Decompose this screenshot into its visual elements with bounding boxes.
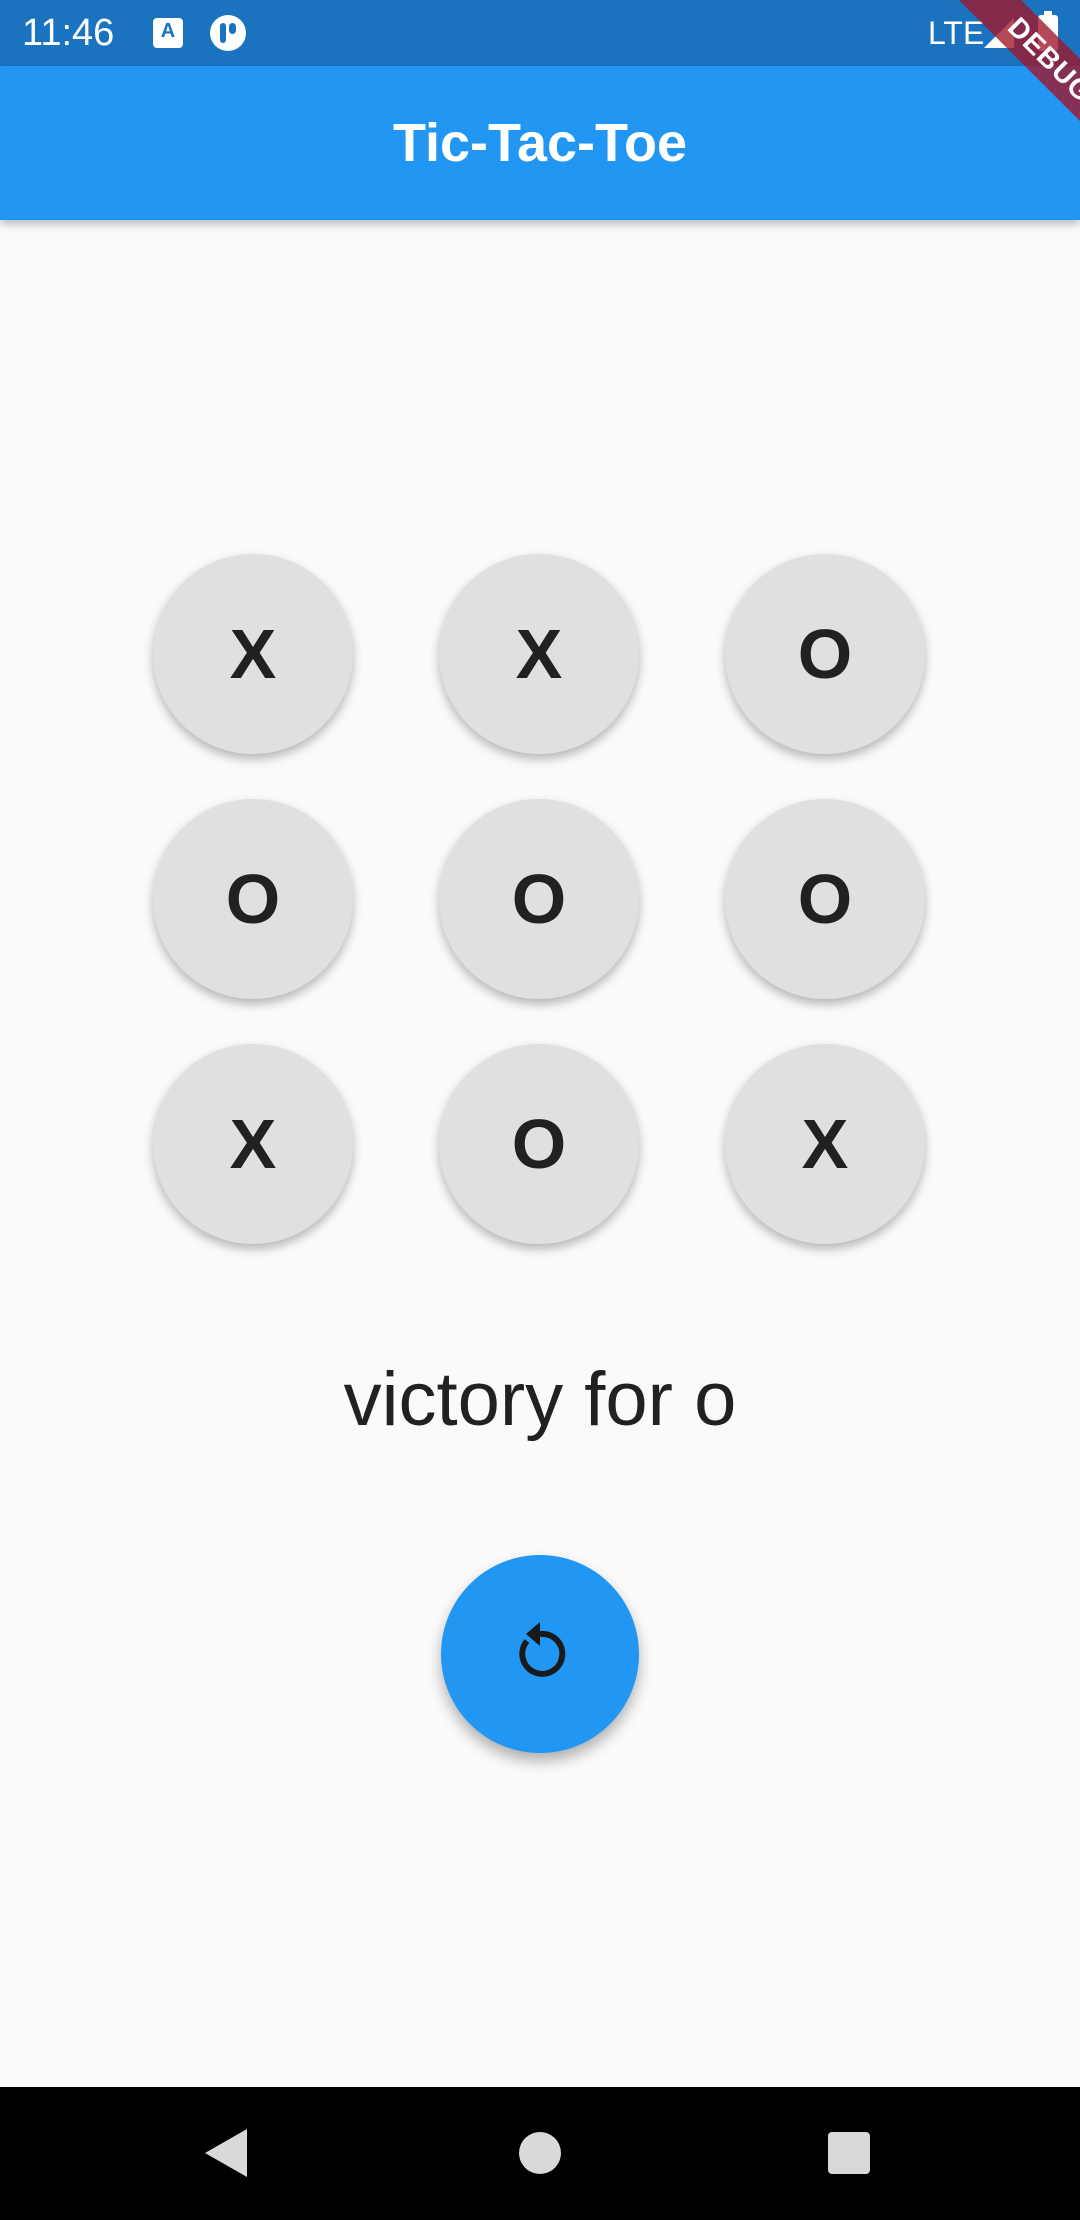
board-cell-1[interactable]: X xyxy=(153,554,353,754)
board-cell-8[interactable]: O xyxy=(439,1044,639,1244)
reset-button[interactable] xyxy=(441,1555,639,1753)
back-icon[interactable] xyxy=(205,2129,247,2177)
recents-icon[interactable] xyxy=(828,2132,870,2174)
game-board: X X O O O O X O X xyxy=(0,0,1080,2220)
board-cell-4[interactable]: O xyxy=(153,799,353,999)
board-cell-7[interactable]: X xyxy=(153,1044,353,1244)
game-status-message: victory for o xyxy=(343,1357,737,1442)
navigation-bar xyxy=(0,2087,1080,2220)
board-cell-9[interactable]: X xyxy=(725,1044,925,1244)
board-cell-2[interactable]: X xyxy=(439,554,639,754)
board-cell-5[interactable]: O xyxy=(439,799,639,999)
restart-icon xyxy=(519,1622,566,1677)
board-cell-3[interactable]: O xyxy=(725,554,925,754)
home-icon[interactable] xyxy=(519,2132,561,2174)
board-cell-6[interactable]: O xyxy=(725,799,925,999)
